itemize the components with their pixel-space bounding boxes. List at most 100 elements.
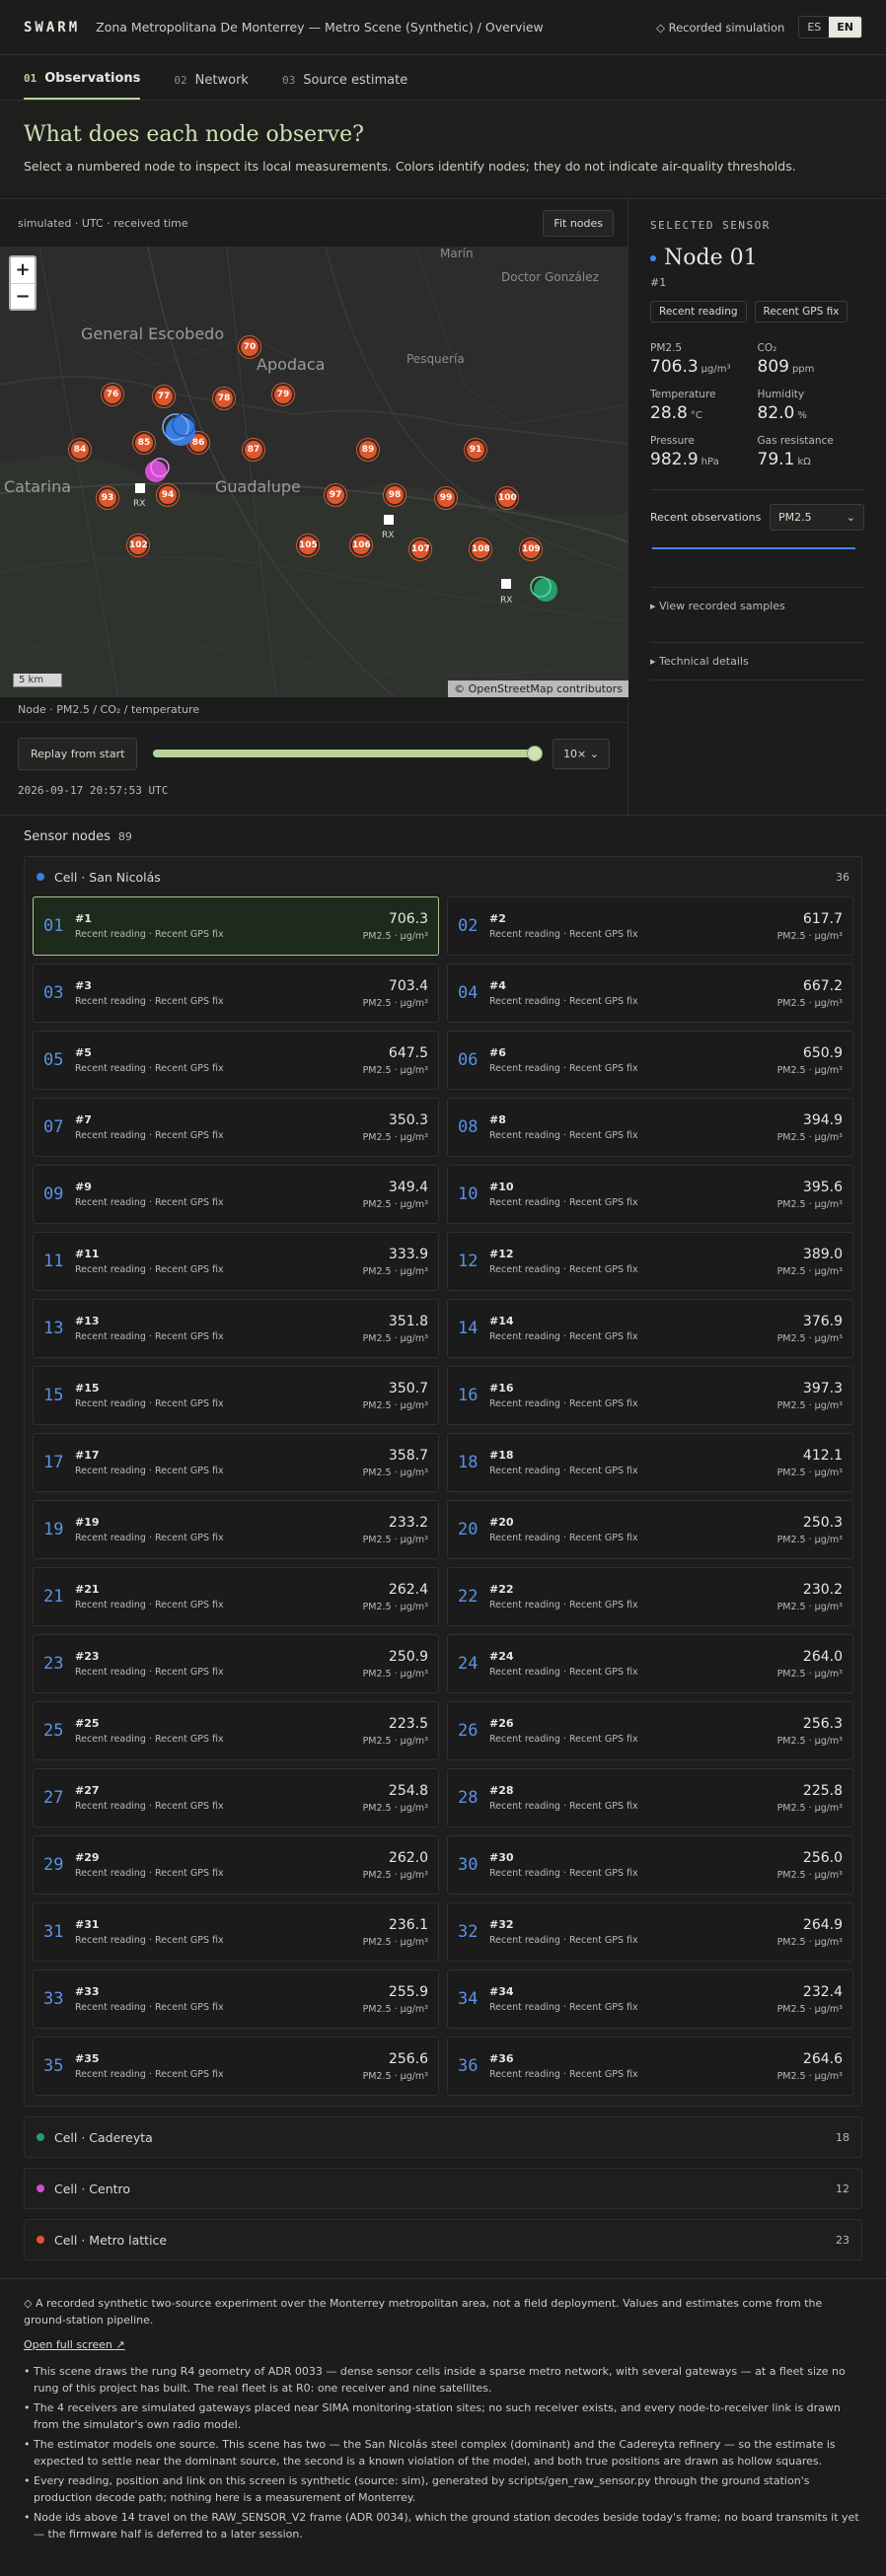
node-id: #36 [489, 2052, 514, 2065]
node-card[interactable]: 14 #14 Recent reading · Recent GPS fix 376.… [447, 1299, 853, 1358]
lang-en-button[interactable]: EN [829, 17, 861, 37]
cell-header[interactable]: Cell · San Nicolás 36 [25, 857, 861, 896]
zoom-out-button[interactable]: − [11, 283, 35, 309]
receiver-label: RX [382, 531, 395, 540]
node-unit: PM2.5 · µg/m³ [362, 1467, 428, 1478]
receiver-marker[interactable] [135, 483, 145, 493]
tab-observations[interactable]: 01 Observations [24, 71, 141, 100]
cluster-centro[interactable] [145, 458, 170, 482]
cell-header[interactable]: Cell · Centro 12 [25, 2169, 861, 2208]
node-id: #28 [489, 1784, 514, 1797]
node-card[interactable]: 35 #35 Recent reading · Recent GPS fix 256.… [33, 2037, 439, 2096]
node-card[interactable]: 11 #11 Recent reading · Recent GPS fix 333.… [33, 1232, 439, 1291]
map-canvas[interactable]: General Escobedo Apodaca Guadalupe Catar… [0, 247, 628, 697]
node-number: 14 [458, 1319, 479, 1338]
node-card[interactable]: 36 #36 Recent reading · Recent GPS fix 264.… [447, 2037, 853, 2096]
node-card[interactable]: 05 #5 Recent reading · Recent GPS fix 647.5… [33, 1031, 439, 1090]
node-card[interactable]: 24 #24 Recent reading · Recent GPS fix 264.… [447, 1634, 853, 1693]
cell-group: Cell · Centro 12 [24, 2168, 862, 2209]
node-card[interactable]: 02 #2 Recent reading · Recent GPS fix 617.7… [447, 896, 853, 956]
recent-observations-label: Recent observations [650, 511, 762, 524]
cluster-san-nicolas[interactable] [162, 413, 195, 446]
map-attribution[interactable]: © OpenStreetMap contributors [448, 680, 628, 697]
node-card[interactable]: 12 #12 Recent reading · Recent GPS fix 389.… [447, 1232, 853, 1291]
node-card[interactable]: 15 #15 Recent reading · Recent GPS fix 350.… [33, 1366, 439, 1425]
tab-network[interactable]: 02 Network [174, 73, 249, 100]
speed-select[interactable]: 10× ⌄ [553, 738, 610, 769]
map-panel: simulated · UTC · received time Fit node… [0, 199, 628, 815]
node-pm25-value: 262.4 [388, 1581, 428, 1598]
node-color-dot [650, 254, 656, 261]
metric-label: Temperature [650, 389, 716, 400]
replay-button[interactable]: Replay from start [18, 737, 138, 770]
node-status: Recent reading · Recent GPS fix [75, 1130, 224, 1141]
node-card[interactable]: 22 #22 Recent reading · Recent GPS fix 230.… [447, 1567, 853, 1626]
node-pm25-value: 650.9 [802, 1044, 843, 1061]
node-card[interactable]: 17 #17 Recent reading · Recent GPS fix 358.… [33, 1433, 439, 1492]
node-pm25-value: 232.4 [802, 1983, 843, 2000]
footer-bullet: Every reading, position and link on this… [24, 2472, 862, 2506]
zoom-in-button[interactable]: + [11, 257, 35, 283]
node-card[interactable]: 10 #10 Recent reading · Recent GPS fix 395.… [447, 1165, 853, 1224]
receiver-marker[interactable] [384, 515, 394, 525]
fit-nodes-button[interactable]: Fit nodes [543, 209, 614, 237]
node-card[interactable]: 03 #3 Recent reading · Recent GPS fix 703.4… [33, 964, 439, 1023]
node-status: Recent reading · Recent GPS fix [489, 929, 638, 940]
node-id: #25 [75, 1717, 100, 1730]
metric-select[interactable]: PM2.5 ⌄ [770, 504, 864, 531]
node-card[interactable]: 13 #13 Recent reading · Recent GPS fix 351.… [33, 1299, 439, 1358]
tab-source-estimate[interactable]: 03 Source estimate [282, 73, 407, 100]
node-status: Recent reading · Recent GPS fix [489, 1533, 638, 1543]
node-unit: PM2.5 · µg/m³ [776, 930, 843, 942]
node-card[interactable]: 21 #21 Recent reading · Recent GPS fix 262.… [33, 1567, 439, 1626]
cell-header[interactable]: Cell · Cadereyta 18 [25, 2117, 861, 2157]
node-number: 32 [458, 1922, 479, 1942]
view-samples-toggle[interactable]: ▸ View recorded samples [650, 588, 864, 624]
node-card[interactable]: 16 #16 Recent reading · Recent GPS fix 397.… [447, 1366, 853, 1425]
node-card[interactable]: 31 #31 Recent reading · Recent GPS fix 236.… [33, 1902, 439, 1962]
time-slider-handle[interactable] [527, 746, 544, 761]
cluster-cadereyta[interactable] [530, 576, 557, 602]
node-card[interactable]: 34 #34 Recent reading · Recent GPS fix 232.… [447, 1969, 853, 2029]
node-card[interactable]: 32 #32 Recent reading · Recent GPS fix 264.… [447, 1902, 853, 1962]
node-card[interactable]: 20 #20 Recent reading · Recent GPS fix 250.… [447, 1500, 853, 1559]
receiver-marker[interactable] [501, 579, 511, 589]
node-pm25-value: 351.8 [388, 1313, 428, 1329]
cell-name: Cell · Centro [54, 2181, 131, 2196]
node-id: #22 [489, 1583, 514, 1596]
node-card[interactable]: 07 #7 Recent reading · Recent GPS fix 350.3… [33, 1098, 439, 1157]
node-card[interactable]: 09 #9 Recent reading · Recent GPS fix 349.4… [33, 1165, 439, 1224]
node-card[interactable]: 27 #27 Recent reading · Recent GPS fix 254.… [33, 1768, 439, 1827]
cell-header[interactable]: Cell · Metro lattice 23 [25, 2220, 861, 2259]
node-status: Recent reading · Recent GPS fix [489, 2002, 638, 2013]
open-full-screen-link[interactable]: Open full screen ↗ [24, 2336, 125, 2353]
node-pm25-value: 264.6 [802, 2050, 843, 2067]
node-card[interactable]: 19 #19 Recent reading · Recent GPS fix 233.… [33, 1500, 439, 1559]
node-card[interactable]: 06 #6 Recent reading · Recent GPS fix 650.9… [447, 1031, 853, 1090]
sparkline [652, 547, 855, 549]
node-card[interactable]: 33 #33 Recent reading · Recent GPS fix 255.… [33, 1969, 439, 2029]
node-card[interactable]: 08 #8 Recent reading · Recent GPS fix 394.9… [447, 1098, 853, 1157]
footer-bullet: The estimator models one source. This sc… [24, 2436, 862, 2469]
node-pm25-value: 256.6 [388, 2050, 428, 2067]
node-card[interactable]: 28 #28 Recent reading · Recent GPS fix 225.… [447, 1768, 853, 1827]
node-pm25-value: 350.3 [388, 1111, 428, 1128]
node-card[interactable]: 29 #29 Recent reading · Recent GPS fix 262.… [33, 1835, 439, 1895]
time-slider[interactable] [153, 746, 544, 761]
lang-es-button[interactable]: ES [799, 17, 829, 37]
sensor-eyebrow: SELECTED SENSOR [650, 219, 771, 232]
node-card[interactable]: 04 #4 Recent reading · Recent GPS fix 667.2… [447, 964, 853, 1023]
node-card[interactable]: 23 #23 Recent reading · Recent GPS fix 250.… [33, 1634, 439, 1693]
node-card[interactable]: 25 #25 Recent reading · Recent GPS fix 223.… [33, 1701, 439, 1760]
cell-count: 18 [836, 2130, 849, 2144]
node-number: 31 [43, 1922, 64, 1942]
node-card[interactable]: 26 #26 Recent reading · Recent GPS fix 256.… [447, 1701, 853, 1760]
technical-details-toggle[interactable]: ▸ Technical details [650, 643, 864, 680]
node-card[interactable]: 01 #1 Recent reading · Recent GPS fix 706.3… [33, 896, 439, 956]
brand-logo[interactable]: SWARM [24, 20, 80, 36]
node-card[interactable]: 30 #30 Recent reading · Recent GPS fix 256.… [447, 1835, 853, 1895]
node-id: #29 [75, 1851, 100, 1864]
node-status: Recent reading · Recent GPS fix [489, 1600, 638, 1610]
node-card[interactable]: 18 #18 Recent reading · Recent GPS fix 412.… [447, 1433, 853, 1492]
cell-color-dot [37, 2184, 44, 2192]
